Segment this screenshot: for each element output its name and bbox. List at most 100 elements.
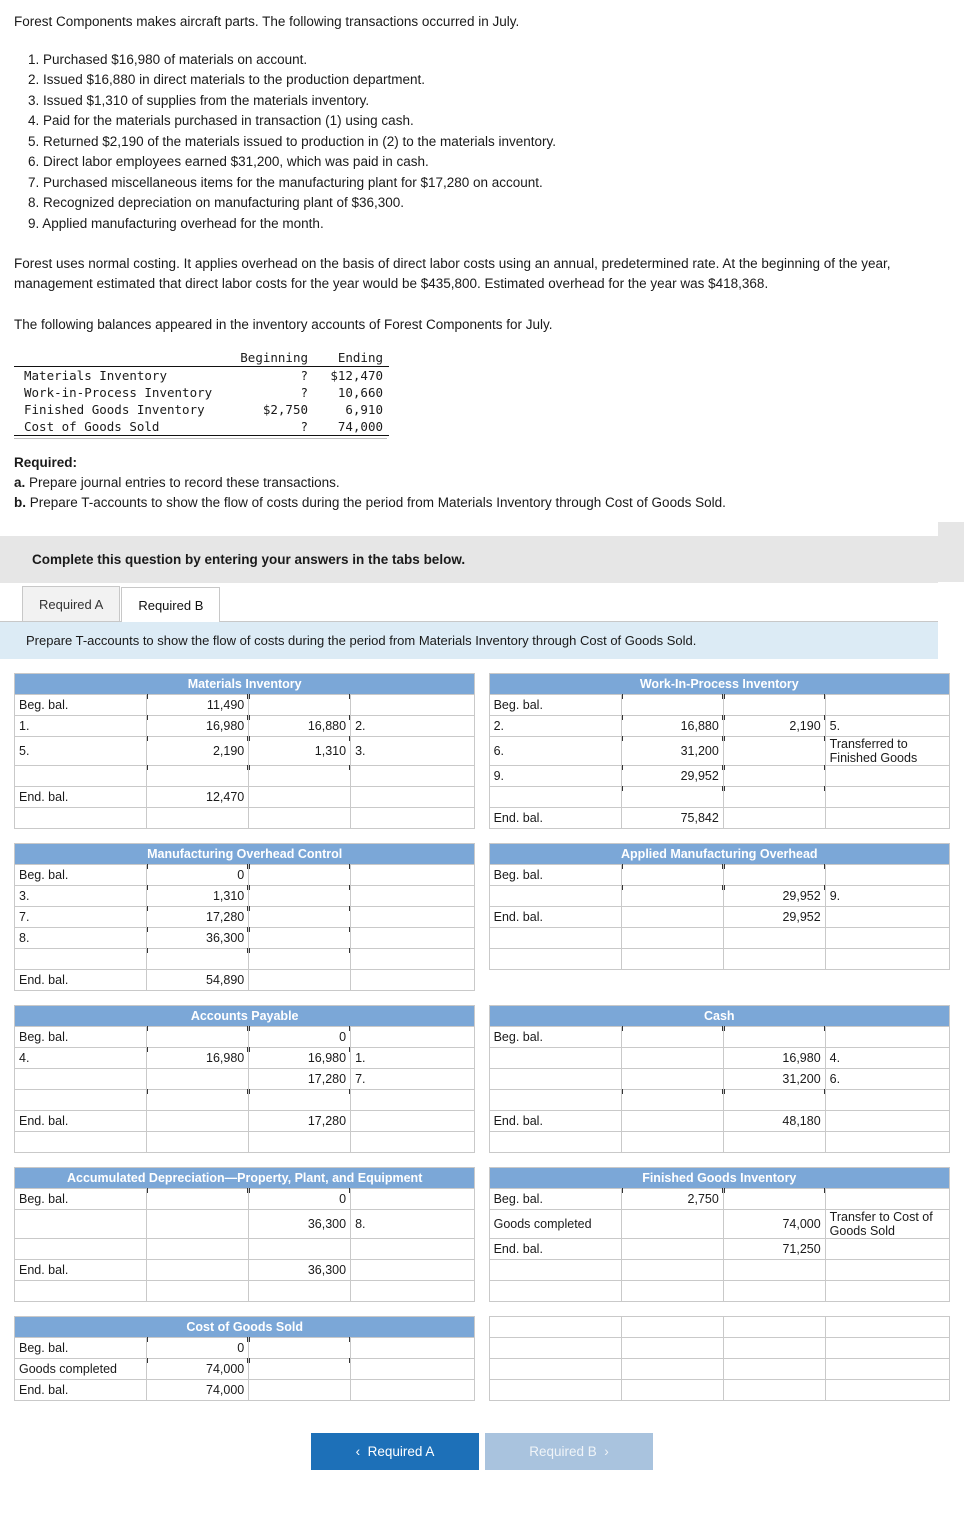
credit-cell[interactable] [248, 1279, 352, 1302]
debit-cell[interactable]: 11,490 [146, 693, 250, 716]
debit-cell[interactable]: 74,000 [146, 1357, 250, 1380]
credit-total-cell[interactable] [248, 968, 352, 991]
debit-cell[interactable]: 16,980 [146, 714, 250, 737]
debit-total-cell[interactable] [620, 1109, 724, 1132]
debit-cell[interactable] [146, 806, 250, 829]
credit-total-cell[interactable]: 71,250 [722, 1237, 826, 1260]
debit-cell[interactable] [146, 1187, 250, 1210]
debit-cell[interactable] [146, 1067, 250, 1090]
debit-total-cell[interactable]: 12,470 [146, 785, 250, 808]
debit-cell[interactable]: 0 [146, 1336, 250, 1359]
debit-cell[interactable]: 0 [146, 863, 250, 886]
debit-cell[interactable] [620, 1279, 724, 1302]
credit-total-cell[interactable]: 29,952 [722, 905, 826, 928]
debit-total-cell[interactable]: 74,000 [146, 1378, 250, 1401]
credit-cell[interactable]: 16,880 [248, 714, 352, 737]
debit-cell[interactable] [620, 1088, 724, 1111]
credit-cell[interactable]: 2,190 [722, 714, 826, 737]
credit-cell[interactable]: 16,980 [722, 1046, 826, 1069]
credit-cell[interactable] [722, 1187, 826, 1210]
credit-cell[interactable] [248, 1237, 352, 1260]
debit-cell[interactable] [146, 1279, 250, 1302]
debit-cell[interactable] [620, 1130, 724, 1153]
credit-cell[interactable] [722, 764, 826, 787]
credit-cell[interactable]: 0 [248, 1187, 352, 1210]
debit-cell[interactable] [146, 1237, 250, 1260]
debit-cell[interactable] [620, 1046, 724, 1069]
debit-cell[interactable] [620, 1025, 724, 1048]
credit-cell[interactable] [248, 764, 352, 787]
credit-cell[interactable] [248, 1088, 352, 1111]
credit-total-cell[interactable]: 36,300 [248, 1258, 352, 1281]
debit-total-cell[interactable] [146, 1258, 250, 1281]
credit-total-cell[interactable] [248, 1378, 352, 1401]
credit-cell[interactable] [248, 905, 352, 928]
debit-cell[interactable] [620, 693, 724, 716]
tab-required-a[interactable]: Required A [22, 585, 121, 621]
debit-cell[interactable] [146, 947, 250, 970]
debit-cell[interactable] [621, 863, 724, 886]
debit-cell[interactable]: 2,750 [620, 1187, 724, 1210]
credit-cell[interactable] [248, 1336, 352, 1359]
debit-total-cell[interactable] [621, 905, 724, 928]
debit-cell[interactable]: 1,310 [146, 884, 250, 907]
debit-cell[interactable]: 31,200 [620, 735, 724, 766]
debit-cell[interactable] [146, 1130, 250, 1153]
debit-cell[interactable] [621, 926, 724, 949]
next-required-b-button[interactable]: Required B › [485, 1432, 653, 1470]
credit-cell[interactable]: 1,310 [248, 735, 352, 766]
credit-cell[interactable] [248, 863, 352, 886]
credit-cell[interactable] [722, 947, 826, 970]
credit-cell[interactable] [248, 693, 352, 716]
credit-cell[interactable] [248, 947, 352, 970]
credit-cell[interactable] [722, 926, 826, 949]
credit-cell[interactable]: 17,280 [248, 1067, 352, 1090]
debit-cell[interactable] [146, 1088, 250, 1111]
credit-total-cell[interactable] [722, 806, 826, 829]
debit-cell[interactable]: 36,300 [146, 926, 250, 949]
credit-cell[interactable] [248, 1130, 352, 1153]
debit-cell[interactable] [621, 947, 724, 970]
debit-cell[interactable]: 2,190 [146, 735, 250, 766]
debit-cell[interactable] [146, 1025, 250, 1048]
credit-cell[interactable]: 16,980 [248, 1046, 352, 1069]
credit-cell[interactable] [722, 1130, 826, 1153]
debit-cell[interactable] [620, 785, 724, 808]
credit-cell[interactable]: 0 [248, 1025, 352, 1048]
debit-cell[interactable] [620, 1067, 724, 1090]
debit-cell[interactable] [620, 1258, 724, 1281]
debit-total-cell[interactable]: 54,890 [146, 968, 250, 991]
credit-cell[interactable] [722, 1258, 826, 1281]
credit-total-cell[interactable] [248, 785, 352, 808]
credit-cell[interactable] [248, 1357, 352, 1380]
debit-cell[interactable]: 29,952 [620, 764, 724, 787]
credit-cell[interactable]: 29,952 [722, 884, 826, 907]
credit-cell[interactable] [722, 693, 826, 716]
debit-cell[interactable] [620, 1208, 724, 1239]
credit-cell[interactable] [722, 785, 826, 808]
debit-total-cell[interactable] [146, 1109, 250, 1132]
debit-cell[interactable] [146, 764, 250, 787]
debit-cell[interactable] [621, 884, 724, 907]
credit-total-cell[interactable]: 48,180 [722, 1109, 826, 1132]
credit-cell[interactable] [248, 884, 352, 907]
credit-total-cell[interactable]: 17,280 [248, 1109, 352, 1132]
credit-cell[interactable]: 74,000 [722, 1208, 826, 1239]
debit-cell[interactable] [146, 1208, 250, 1239]
credit-cell[interactable] [722, 1279, 826, 1302]
credit-cell[interactable]: 31,200 [722, 1067, 826, 1090]
debit-cell[interactable]: 17,280 [146, 905, 250, 928]
credit-cell[interactable] [248, 806, 352, 829]
credit-cell[interactable] [722, 863, 826, 886]
debit-total-cell[interactable] [620, 1237, 724, 1260]
debit-cell[interactable]: 16,980 [146, 1046, 250, 1069]
debit-cell[interactable]: 16,880 [620, 714, 724, 737]
debit-total-cell[interactable]: 75,842 [620, 806, 724, 829]
credit-cell[interactable]: 36,300 [248, 1208, 352, 1239]
credit-cell[interactable] [722, 1025, 826, 1048]
tab-required-b[interactable]: Required B [121, 586, 221, 622]
credit-cell[interactable] [722, 1088, 826, 1111]
credit-cell[interactable] [722, 735, 826, 766]
credit-cell[interactable] [248, 926, 352, 949]
prev-required-a-button[interactable]: ‹ Required A [311, 1432, 479, 1470]
